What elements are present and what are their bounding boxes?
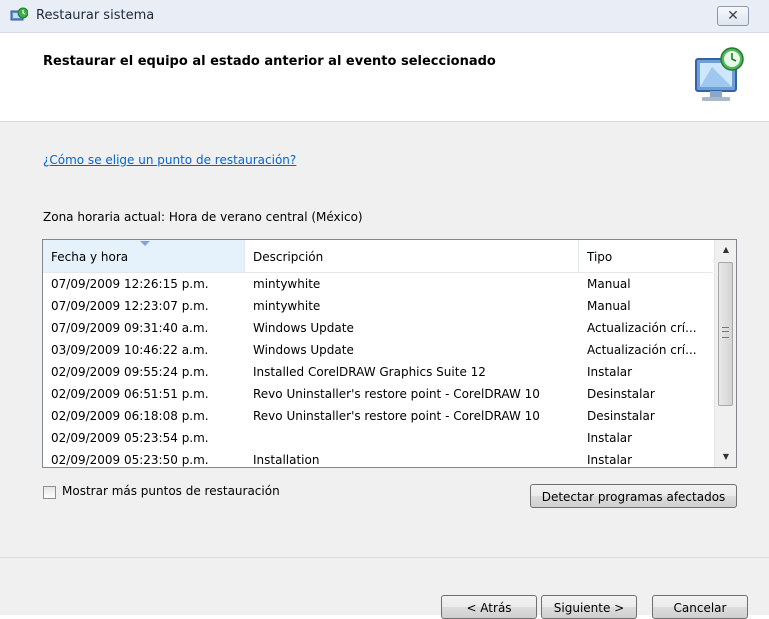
close-icon: ✕ xyxy=(727,8,739,24)
row-description: Installed CorelDRAW Graphics Suite 12 xyxy=(253,365,486,379)
system-restore-window: Restaurar sistema ✕ Restaurar el equipo … xyxy=(0,0,769,619)
row-type: Desinstalar xyxy=(587,409,655,423)
row-description xyxy=(253,427,575,449)
show-more-label[interactable]: Mostrar más puntos de restauración xyxy=(62,484,280,498)
row-date: 03/09/2009 10:46:22 a.m. xyxy=(51,343,209,357)
row-type: Instalar xyxy=(587,431,633,445)
scroll-down-arrow-icon[interactable]: ▼ xyxy=(715,447,736,467)
back-button[interactable]: < Atrás xyxy=(441,595,537,619)
window-title: Restaurar sistema xyxy=(36,8,155,23)
row-type: Instalar xyxy=(587,365,633,379)
timezone-label: Zona horaria actual: Hora de verano cent… xyxy=(43,210,363,224)
sort-arrow-icon xyxy=(140,241,150,246)
table-row[interactable]: 02/09/2009 09:55:24 p.m. Installed Corel… xyxy=(43,361,713,383)
button-bar: < Atrás Siguiente > Cancelar xyxy=(0,557,769,619)
row-type: Actualización crí... xyxy=(587,343,697,357)
restore-computer-icon xyxy=(690,45,746,107)
row-date: 07/09/2009 09:31:40 a.m. xyxy=(51,321,209,335)
detect-affected-programs-button[interactable]: Detectar programas afectados xyxy=(530,484,737,508)
row-description: Revo Uninstaller's restore point - Corel… xyxy=(253,387,540,401)
column-header-description[interactable]: Descripción xyxy=(245,240,579,272)
row-description: Windows Update xyxy=(253,321,354,335)
row-date: 02/09/2009 05:23:50 p.m. xyxy=(51,453,209,467)
scrollbar-thumb[interactable] xyxy=(718,262,733,406)
show-more-checkbox[interactable] xyxy=(43,486,56,499)
vertical-scrollbar[interactable]: ▲ ▼ xyxy=(714,240,736,467)
cancel-button[interactable]: Cancelar xyxy=(652,595,748,619)
column-header-date[interactable]: Fecha y hora xyxy=(43,240,245,272)
table-row[interactable]: 07/09/2009 09:31:40 a.m. Windows Update … xyxy=(43,317,713,339)
row-description: Revo Uninstaller's restore point - Corel… xyxy=(253,409,540,423)
restore-points-list[interactable]: Fecha y hora Descripción Tipo 07/09/2009… xyxy=(42,239,737,468)
title-bar[interactable]: Restaurar sistema ✕ xyxy=(0,0,769,33)
row-date: 07/09/2009 12:26:15 p.m. xyxy=(51,277,209,291)
row-description: mintywhite xyxy=(253,299,321,313)
row-description: Windows Update xyxy=(253,343,354,357)
table-row[interactable]: 07/09/2009 12:23:07 p.m. mintywhite Manu… xyxy=(43,295,713,317)
scrollbar-grip-icon xyxy=(722,327,729,338)
page-title: Restaurar el equipo al estado anterior a… xyxy=(43,54,496,69)
list-header: Fecha y hora Descripción Tipo xyxy=(43,240,713,273)
column-header-type[interactable]: Tipo xyxy=(579,240,713,272)
row-description: Installation xyxy=(253,453,320,467)
table-row[interactable]: 02/09/2009 06:18:08 p.m. Revo Uninstalle… xyxy=(43,405,713,427)
row-type: Manual xyxy=(587,299,631,313)
system-restore-icon xyxy=(10,7,29,25)
table-row[interactable]: 03/09/2009 10:46:22 a.m. Windows Update … xyxy=(43,339,713,361)
row-type: Desinstalar xyxy=(587,387,655,401)
column-header-description-label: Descripción xyxy=(253,250,324,264)
table-row[interactable]: 02/09/2009 06:51:51 p.m. Revo Uninstalle… xyxy=(43,383,713,405)
row-description: mintywhite xyxy=(253,277,321,291)
table-row[interactable]: 02/09/2009 05:23:50 p.m. Installation In… xyxy=(43,449,713,467)
table-row[interactable]: 07/09/2009 12:26:15 p.m. mintywhite Manu… xyxy=(43,273,713,295)
table-row[interactable]: 02/09/2009 05:23:54 p.m. Instalar xyxy=(43,427,713,449)
row-type: Actualización crí... xyxy=(587,321,697,335)
column-header-type-label: Tipo xyxy=(587,250,613,264)
row-date: 07/09/2009 12:23:07 p.m. xyxy=(51,299,209,313)
row-date: 02/09/2009 06:18:08 p.m. xyxy=(51,409,209,423)
close-button[interactable]: ✕ xyxy=(717,6,749,26)
content-area: ¿Cómo se elige un punto de restauración?… xyxy=(0,122,769,557)
row-type: Manual xyxy=(587,277,631,291)
row-date: 02/09/2009 09:55:24 p.m. xyxy=(51,365,209,379)
row-date: 02/09/2009 05:23:54 p.m. xyxy=(51,431,209,445)
row-date: 02/09/2009 06:51:51 p.m. xyxy=(51,387,209,401)
help-link[interactable]: ¿Cómo se elige un punto de restauración? xyxy=(43,153,296,167)
scroll-up-arrow-icon[interactable]: ▲ xyxy=(715,240,736,260)
header-panel: Restaurar el equipo al estado anterior a… xyxy=(0,33,769,122)
row-type: Instalar xyxy=(587,453,633,467)
column-header-date-label: Fecha y hora xyxy=(51,250,129,264)
next-button[interactable]: Siguiente > xyxy=(541,595,637,619)
